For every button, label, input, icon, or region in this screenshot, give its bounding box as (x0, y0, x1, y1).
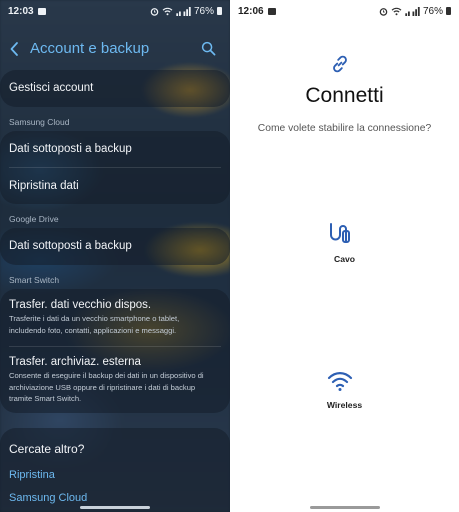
transfer-old-device-item[interactable]: Trasfer. dati vecchio dispos. (9, 299, 151, 311)
page-title: Account e backup (30, 40, 150, 57)
battery-icon (217, 7, 222, 15)
divider (9, 346, 221, 347)
wifi-status-icon (391, 7, 402, 15)
gallery-notification-icon (37, 7, 46, 15)
link-icon (333, 55, 347, 73)
restore-link[interactable]: Ripristina (9, 469, 55, 481)
page-subtitle: Come volete stabilire la connessione? (257, 123, 432, 134)
gesture-bar (310, 506, 380, 509)
status-time: 12:03 (8, 5, 34, 17)
samsung-cloud-link[interactable]: Samsung Cloud (9, 492, 87, 504)
looking-for-more-title: Cercate altro? (9, 442, 85, 456)
google-backed-up-data-item[interactable]: Dati sottoposti a backup (9, 240, 132, 252)
transfer-old-device-description: Trasferite i dati da un vecchio smartpho… (9, 314, 180, 335)
wifi-icon[interactable] (327, 368, 353, 394)
wireless-option-label[interactable]: Wireless (230, 400, 459, 410)
cable-icon[interactable] (327, 220, 353, 246)
gesture-bar (80, 506, 150, 509)
section-smart-switch: Smart Switch (9, 275, 60, 285)
account-backup-screen: 12:03 76% Account e backup Gestisci acco… (0, 0, 230, 512)
wifi-status-icon (162, 7, 173, 15)
status-bar: 12:06 76% (230, 0, 459, 22)
battery-icon (446, 7, 451, 15)
alarm-icon (379, 7, 388, 16)
battery-percent: 76% (422, 5, 443, 17)
section-google-drive: Google Drive (9, 214, 59, 224)
battery-percent: 76% (193, 5, 214, 17)
alarm-icon (150, 7, 159, 16)
search-icon[interactable] (201, 41, 216, 56)
app-bar: Account e backup (0, 36, 230, 62)
samsung-backed-up-data-item[interactable]: Dati sottoposti a backup (9, 143, 132, 155)
signal-icon (405, 6, 420, 16)
divider (9, 167, 221, 168)
transfer-external-storage-item[interactable]: Trasfer. archiviaz. esterna (9, 356, 141, 368)
signal-icon (176, 6, 191, 16)
transfer-external-storage-description: Consente di eseguire il backup dei dati … (9, 371, 204, 403)
restore-data-item[interactable]: Ripristina dati (9, 180, 79, 192)
back-arrow-icon[interactable] (8, 41, 22, 57)
page-title: Connetti (305, 84, 384, 107)
cable-option-label[interactable]: Cavo (230, 254, 459, 264)
connect-screen: 12:06 76% Connetti Come volete stabilire… (230, 0, 459, 512)
manage-account-item[interactable]: Gestisci account (9, 82, 93, 94)
status-time: 12:06 (238, 5, 264, 17)
gallery-notification-icon (267, 7, 276, 15)
section-samsung-cloud: Samsung Cloud (9, 117, 70, 127)
status-bar: 12:03 76% (0, 0, 230, 22)
